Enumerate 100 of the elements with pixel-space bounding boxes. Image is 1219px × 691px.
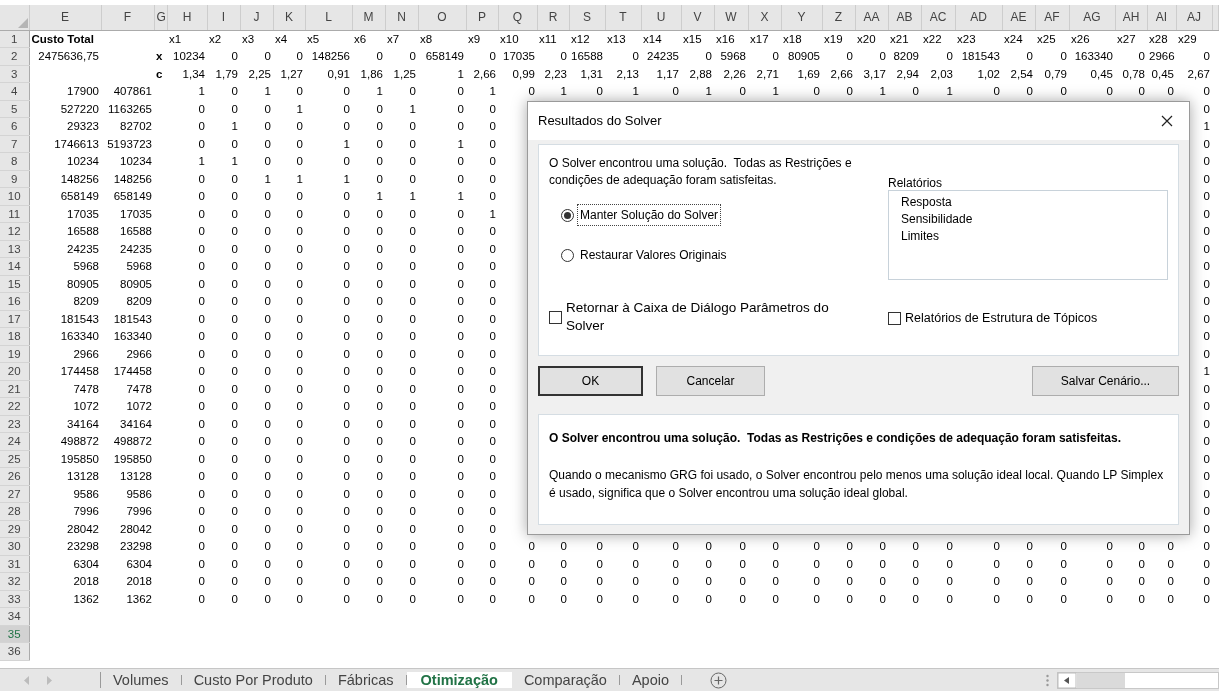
column-header[interactable]: I (207, 5, 240, 30)
column-header[interactable]: F (101, 5, 154, 30)
column-header[interactable]: AH (1115, 5, 1147, 30)
column-header[interactable]: AB (888, 5, 921, 30)
radio-label[interactable]: Manter Solução do Solver (578, 205, 721, 225)
table-cell-text: 0 (1059, 556, 1068, 572)
table-cell-text: 0 (1202, 469, 1211, 485)
column-header[interactable]: R (537, 5, 569, 30)
table-cell-text: 407861 (112, 84, 153, 100)
table-cell-text: 0 (845, 539, 854, 555)
table-cell-text: 0 (342, 434, 351, 450)
list-item[interactable]: Sensibilidade (901, 211, 973, 228)
table-cell-text: 0 (230, 49, 239, 65)
sheet-tab[interactable]: Volumes (101, 675, 182, 685)
column-header[interactable]: AD (955, 5, 1002, 30)
table-cell-text: 0 (342, 311, 351, 327)
column-header[interactable]: Z (822, 5, 855, 30)
radio-button[interactable] (561, 208, 574, 222)
table-cell-text: 1 (488, 206, 497, 222)
column-header[interactable]: AF (1035, 5, 1069, 30)
table-cell-text: 0 (1202, 399, 1211, 415)
column-header[interactable]: AE (1002, 5, 1035, 30)
dialog-button[interactable]: Cancelar (656, 366, 765, 396)
table-cell: x24 (1002, 30, 1035, 48)
table-cell-text: 0 (1202, 206, 1211, 222)
add-icon[interactable] (710, 671, 727, 689)
table-cell-text: 0 (559, 556, 568, 572)
table-cell-text: c (155, 66, 164, 82)
column-header[interactable]: AG (1069, 5, 1115, 30)
checkbox[interactable] (549, 310, 562, 324)
table-cell-text: 2,67 (1186, 66, 1211, 82)
column-header[interactable]: K (273, 5, 305, 30)
table-cell-text: 0 (375, 206, 384, 222)
sheet-tab[interactable]: Fábricas (325, 675, 407, 685)
table-cell: 23298 (29, 537, 101, 555)
table-cell-text: 0 (342, 101, 351, 117)
column-header[interactable]: M (352, 5, 385, 30)
table-cell-text: 0 (263, 224, 272, 240)
column-header[interactable]: X (748, 5, 781, 30)
column-header[interactable]: U (641, 5, 681, 30)
table-cell-text: 0 (671, 591, 680, 607)
table-cell-text: 0 (408, 486, 417, 502)
radio-button[interactable] (561, 248, 574, 262)
table-cell-text: 0 (945, 591, 954, 607)
sheet-tab[interactable]: Custo Por Produto (181, 675, 326, 685)
table-cell-text: 0 (488, 171, 497, 187)
table-cell-text: 1 (878, 84, 887, 100)
column-header[interactable]: E (29, 5, 101, 30)
column-header[interactable]: J (240, 5, 273, 30)
table-cell-text: 0 (263, 154, 272, 170)
split-handle-icon[interactable] (1046, 673, 1049, 687)
table-cell-text: 0 (295, 434, 304, 450)
table-cell-text: 0 (488, 346, 497, 362)
column-header[interactable]: AJ (1176, 5, 1212, 30)
table-cell-text: 0 (342, 189, 351, 205)
reports-list[interactable]: Resposta Sensibilidade Limites (888, 190, 1168, 280)
table-cell-text: 0 (671, 84, 680, 100)
column-header[interactable]: O (418, 5, 466, 30)
list-item[interactable]: Resposta (901, 194, 952, 211)
table-cell-text: 0 (230, 276, 239, 292)
table-cell: x27 (1115, 30, 1147, 48)
table-cell: x9 (466, 30, 498, 48)
column-header[interactable]: AC (921, 5, 955, 30)
column-header[interactable]: Q (498, 5, 537, 30)
table-cell: x14 (641, 30, 681, 48)
table-cell: x18 (781, 30, 822, 48)
table-cell-text: 0 (375, 224, 384, 240)
column-header[interactable]: V (681, 5, 714, 30)
table-cell-text: 0 (263, 574, 272, 590)
table-cell: 5968 (29, 257, 101, 275)
dialog-button[interactable]: Salvar Cenário... (1032, 366, 1179, 396)
table-cell-text: 0 (375, 451, 384, 467)
table-cell-text: 0 (408, 504, 417, 520)
column-header[interactable]: S (569, 5, 605, 30)
checkbox[interactable] (888, 311, 901, 325)
column-header[interactable]: Y (781, 5, 822, 30)
table-cell-text: 0 (295, 591, 304, 607)
table-cell-text: 0 (1202, 241, 1211, 257)
list-item[interactable]: Limites (901, 228, 939, 245)
column-header[interactable]: AA (855, 5, 888, 30)
horizontal-scrollbar[interactable] (1057, 671, 1219, 689)
column-header[interactable]: T (605, 5, 641, 30)
column-header[interactable]: H (167, 5, 207, 30)
column-header[interactable]: AI (1147, 5, 1176, 30)
column-header[interactable]: N (385, 5, 418, 30)
column-header[interactable]: L (305, 5, 352, 30)
sheet-tab[interactable]: Otimização (406, 672, 512, 688)
close-icon[interactable] (1161, 115, 1173, 127)
column-header[interactable]: P (466, 5, 498, 30)
dialog-button[interactable]: OK (538, 366, 643, 396)
table-cell-text: 0 (197, 539, 206, 555)
checkbox-label[interactable]: Relatórios de Estrutura de Tópicos (905, 309, 1098, 327)
table-cell-text: 0 (456, 346, 465, 362)
radio-label[interactable]: Restaurar Valores Originais (578, 245, 729, 265)
table-cell-text: 0 (295, 416, 304, 432)
table-cell-text: 0 (342, 521, 351, 537)
table-cell-text: 10234 (172, 49, 206, 65)
status-title: O Solver encontrou uma solução. Todas as Restrições e condições de adequação foram satisfeitas. (549, 430, 1122, 447)
checkbox-label[interactable]: Retornar à Caixa de Diálogo Parâmetros do Solver (566, 299, 856, 335)
column-header[interactable]: W (714, 5, 748, 30)
